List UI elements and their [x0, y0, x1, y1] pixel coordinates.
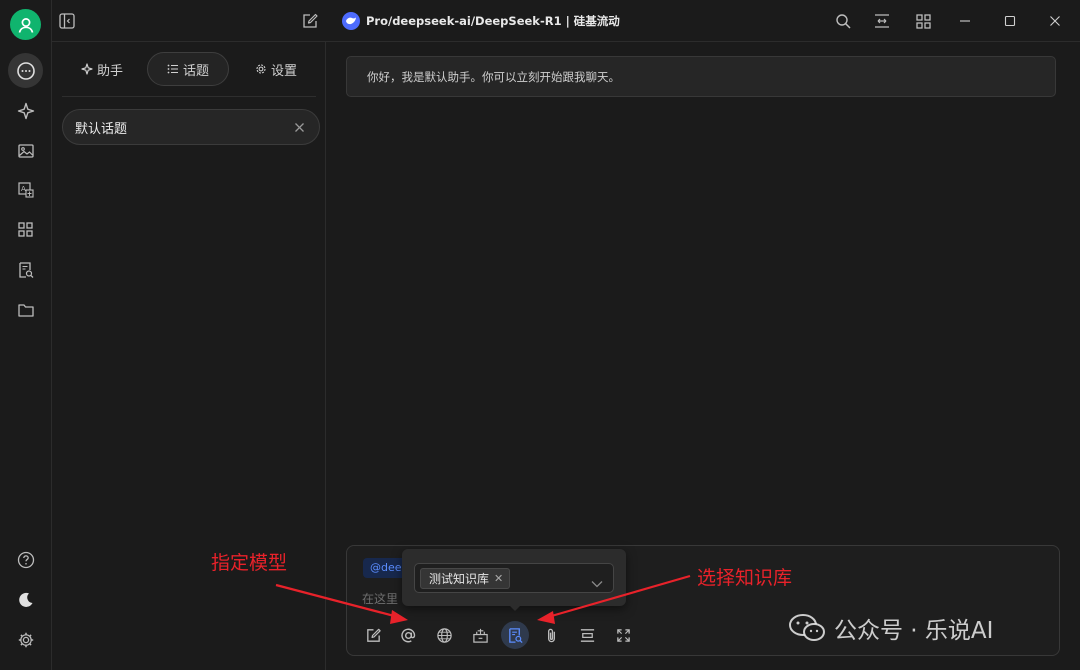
minimize-icon [960, 20, 970, 22]
help-icon [17, 551, 34, 568]
title-bar: Pro/deepseek-ai/DeepSeek-R1 | 硅基流动 [52, 0, 1080, 41]
expand-height-icon [580, 628, 594, 642]
settings-gear-icon [18, 632, 33, 647]
annotation-kb-label: 选择知识库 [697, 567, 793, 589]
deepseek-logo-icon [342, 12, 360, 30]
rail-agents-button[interactable] [8, 93, 43, 128]
toolbox-icon [472, 628, 488, 643]
close-icon [294, 122, 304, 132]
paperclip-icon [547, 628, 555, 642]
watermark-text: 公众号 · 乐说AI [834, 618, 994, 644]
search-icon [835, 13, 851, 29]
list-icon [167, 64, 178, 74]
sidebar-toggle-icon [59, 13, 75, 29]
divider [62, 96, 316, 97]
user-icon [18, 17, 33, 33]
sparkle-icon [81, 63, 93, 75]
rail-translate-button[interactable]: A [8, 172, 43, 207]
delete-topic-button[interactable] [291, 119, 307, 135]
knowledge-base-button[interactable] [501, 621, 529, 649]
globe-icon [436, 627, 452, 643]
annotation-model-label: 指定模型 [211, 552, 288, 574]
mcp-tools-button[interactable] [466, 621, 494, 649]
toggle-sidebar-button[interactable] [54, 8, 80, 34]
topic-label: 默认话题 [75, 121, 128, 137]
navigation-rail: A [0, 0, 52, 670]
knowledge-icon [508, 627, 523, 643]
svg-text:A: A [21, 185, 26, 193]
topics-panel: 助手 话题 设置 默认话题 [52, 41, 326, 670]
image-icon [17, 143, 34, 158]
minapps-button[interactable] [910, 8, 936, 34]
knowledge-base-popup: 测试知识库 ✕ [402, 549, 626, 606]
rail-apps-button[interactable] [8, 212, 43, 247]
moon-icon [18, 592, 32, 607]
panel-tabs: 助手 话题 设置 [62, 52, 316, 88]
user-avatar[interactable] [10, 9, 41, 40]
close-icon [1050, 16, 1060, 26]
remove-tag-icon[interactable]: ✕ [494, 572, 503, 585]
mention-model-button[interactable] [394, 621, 422, 649]
rail-help-button[interactable] [8, 542, 43, 577]
rail-paintings-button[interactable] [8, 133, 43, 168]
model-selector[interactable]: Pro/deepseek-ai/DeepSeek-R1 | 硅基流动 [342, 11, 620, 31]
popup-pointer [508, 604, 522, 611]
close-window-button[interactable] [1042, 8, 1068, 34]
gear-icon [256, 64, 266, 74]
tab-assistants[interactable]: 助手 [62, 52, 142, 86]
layout-button[interactable] [869, 8, 895, 34]
search-button[interactable] [830, 8, 856, 34]
web-search-button[interactable] [430, 621, 458, 649]
folder-icon [17, 303, 34, 317]
tab-topics[interactable]: 话题 [147, 52, 229, 86]
maximize-icon [1004, 15, 1016, 27]
watermark: 公众号 · 乐说AI [788, 610, 993, 646]
maximize-button[interactable] [997, 8, 1023, 34]
model-name: Pro/deepseek-ai/DeepSeek-R1 | 硅基流动 [366, 14, 620, 28]
rail-files-button[interactable] [8, 292, 43, 327]
new-topic-tool-button[interactable] [359, 621, 387, 649]
edit-icon [366, 628, 381, 642]
attach-file-button[interactable] [537, 621, 565, 649]
tab-label: 设置 [270, 63, 297, 79]
at-sign-icon [400, 628, 415, 642]
tab-label: 话题 [182, 63, 209, 79]
translate-icon: A [17, 181, 34, 198]
rail-settings-button[interactable] [8, 622, 43, 657]
sparkle-icon [17, 102, 34, 119]
selected-knowledge-base-tag: 测试知识库 ✕ [420, 568, 511, 589]
knowledge-icon [18, 261, 33, 278]
knowledge-base-select[interactable]: 测试知识库 ✕ [414, 563, 614, 593]
chat-bubble-icon [16, 61, 35, 80]
input-placeholder[interactable]: 在这里 [362, 590, 398, 607]
new-topic-button[interactable] [297, 8, 323, 34]
grid-icon [18, 222, 33, 237]
minimize-button[interactable] [952, 8, 978, 34]
wechat-logo-icon [789, 614, 825, 641]
rail-chat-button[interactable] [8, 53, 43, 88]
rail-knowledge-button[interactable] [8, 252, 43, 287]
fullscreen-button[interactable] [609, 621, 637, 649]
expand-layout-icon [875, 14, 889, 28]
topic-item[interactable]: 默认话题 [62, 109, 320, 145]
fullscreen-icon [616, 628, 630, 642]
kb-tag-label: 测试知识库 [429, 572, 490, 586]
expand-input-button[interactable] [573, 621, 601, 649]
tab-settings[interactable]: 设置 [236, 52, 316, 86]
chevron-down-icon[interactable] [591, 573, 603, 592]
grid-icon [915, 13, 931, 29]
edit-icon [303, 13, 318, 28]
assistant-greeting-message: 你好，我是默认助手。你可以立刻开始跟我聊天。 [346, 56, 1056, 97]
rail-theme-button[interactable] [8, 582, 43, 617]
tab-label: 助手 [96, 63, 123, 79]
